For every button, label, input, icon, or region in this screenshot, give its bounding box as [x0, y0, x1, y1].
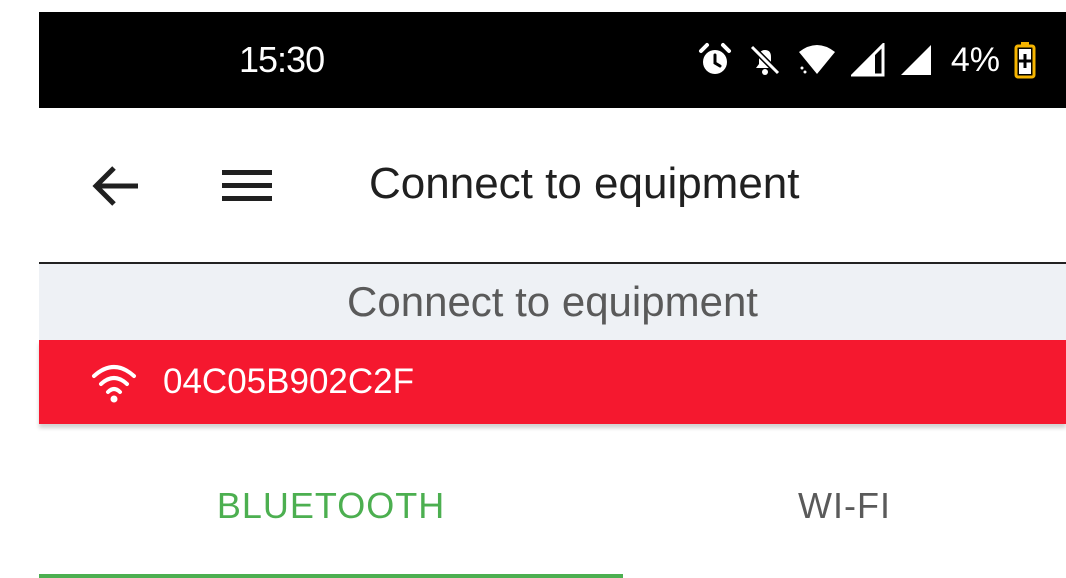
- device-id: 04C05B902C2F: [163, 362, 414, 401]
- status-icons: 4%: [697, 12, 1036, 108]
- device-banner[interactable]: 04C05B902C2F: [39, 340, 1066, 424]
- tab-wifi-label: WI-FI: [798, 485, 891, 526]
- arrow-back-icon: [92, 166, 138, 206]
- menu-button[interactable]: [218, 158, 276, 214]
- wifi-signal-icon: [798, 45, 835, 74]
- tab-bluetooth[interactable]: BLUETOOTH: [39, 440, 623, 578]
- wifi-icon: [92, 365, 136, 403]
- battery-charging-icon: [1014, 42, 1036, 79]
- tab-bluetooth-label: BLUETOOTH: [216, 485, 446, 526]
- connection-tabs: BLUETOOTH WI-FI: [39, 440, 1066, 578]
- status-bar: 15:30 4%: [39, 12, 1066, 108]
- hamburger-menu-icon: [222, 170, 272, 201]
- cell-signal-icon: [850, 43, 885, 77]
- section-header: Connect to equipment: [39, 264, 1066, 340]
- tab-wifi[interactable]: WI-FI: [623, 440, 1066, 578]
- page-title: Connect to equipment: [369, 159, 800, 208]
- tab-indicator: [39, 574, 623, 578]
- notifications-off-icon: [749, 44, 780, 76]
- battery-percent: 4%: [950, 41, 1000, 79]
- app-bar: Connect to equipment: [0, 108, 1066, 262]
- back-button[interactable]: [88, 158, 144, 214]
- alarm-icon: [698, 43, 731, 74]
- cell-signal-icon: [900, 45, 931, 75]
- status-time: 15:30: [239, 39, 325, 80]
